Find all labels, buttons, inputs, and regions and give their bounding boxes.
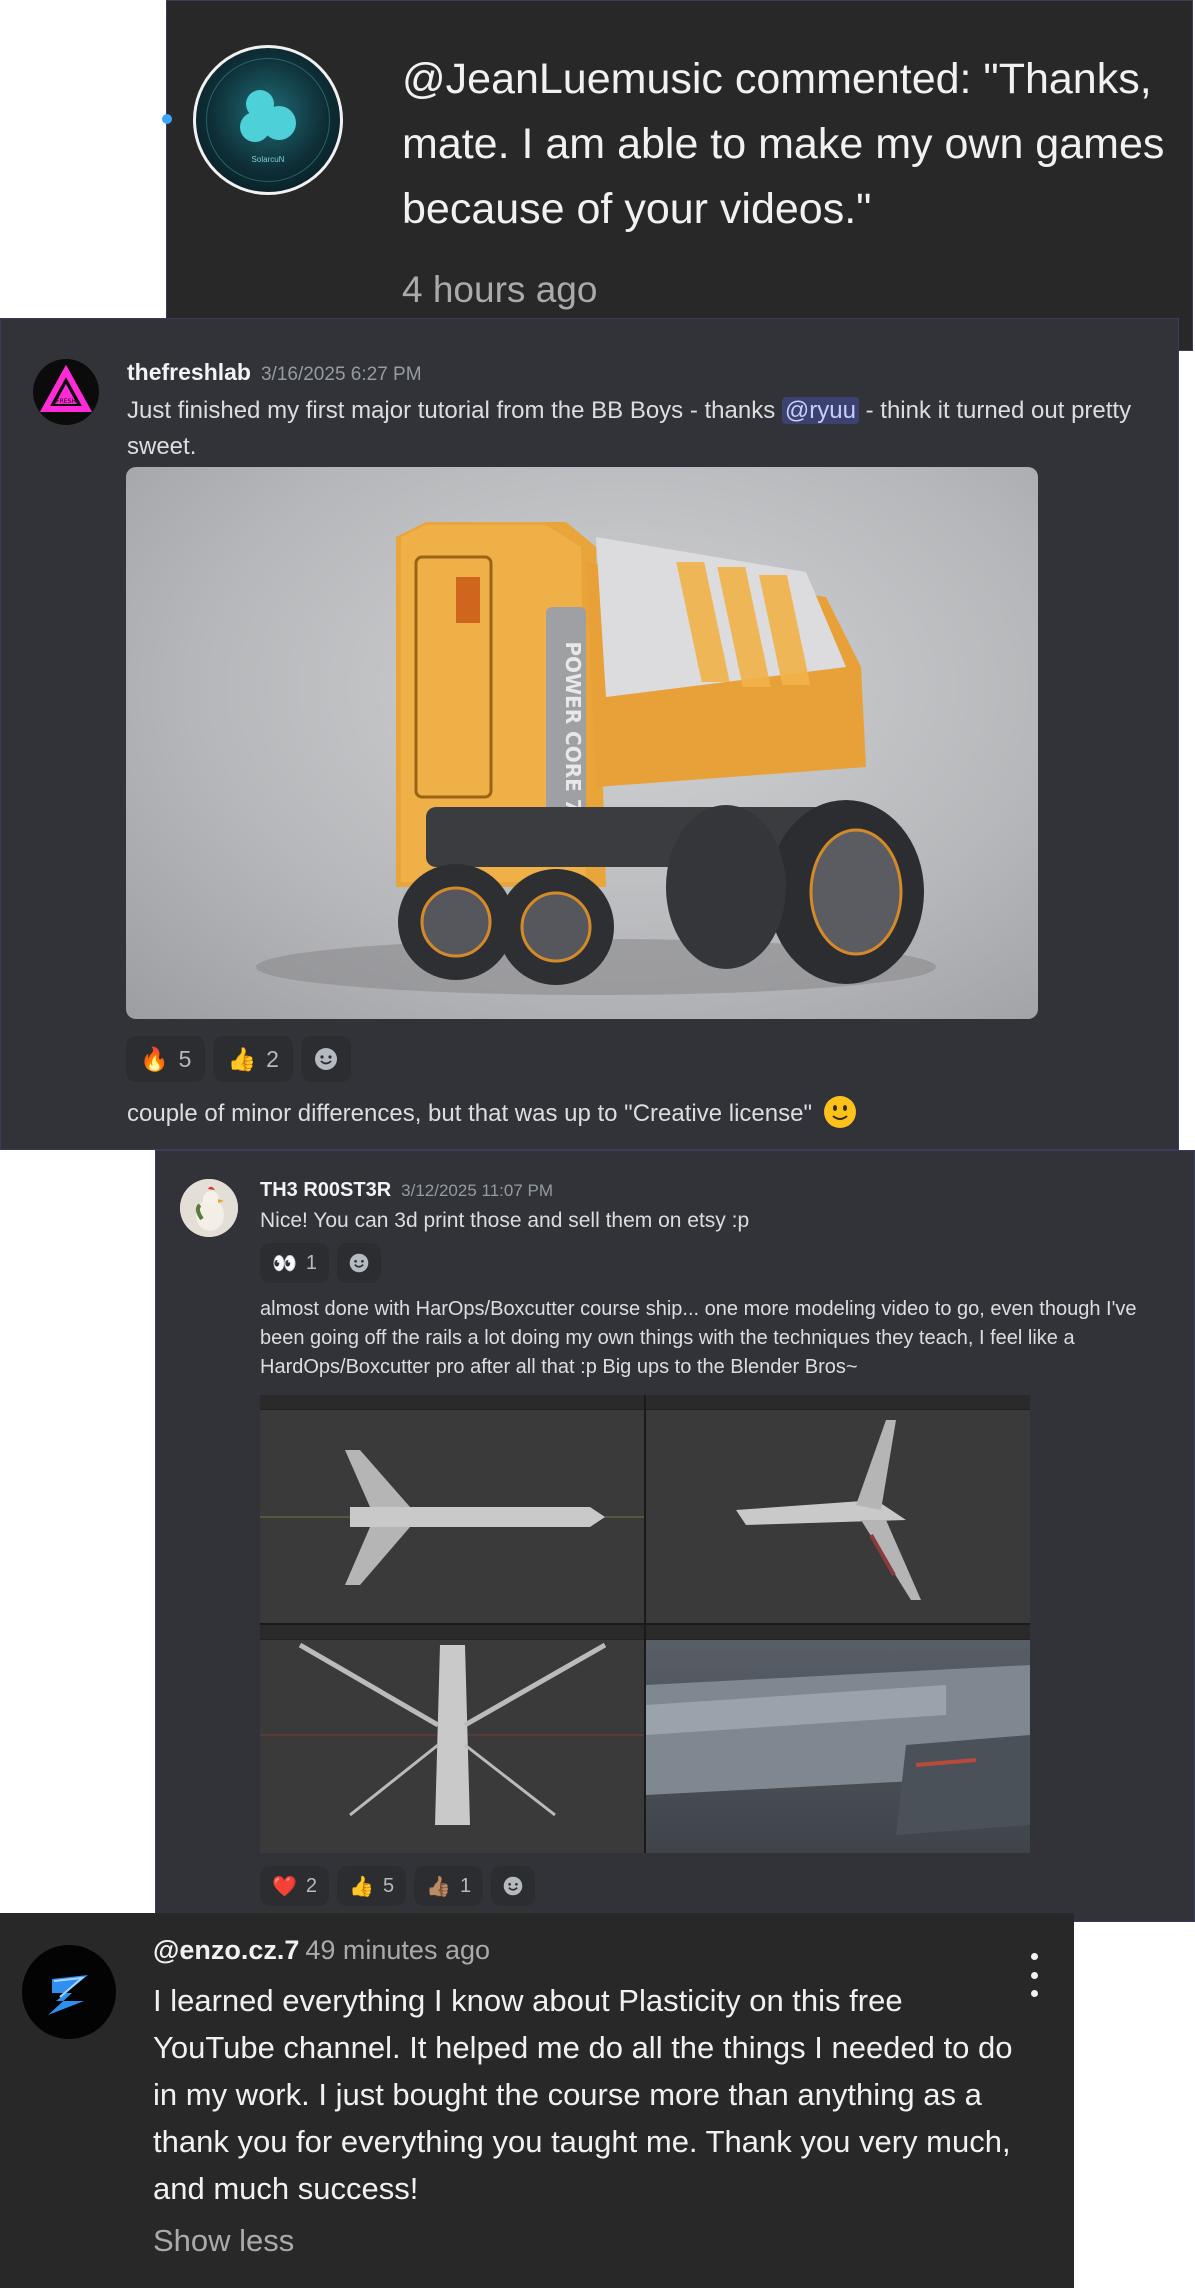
notification-time: 4 hours ago bbox=[402, 269, 598, 310]
username[interactable]: thefreshlab bbox=[127, 359, 251, 385]
attached-image-blender-viewports[interactable] bbox=[260, 1395, 1030, 1853]
show-less-button[interactable]: Show less bbox=[153, 2223, 294, 2259]
comment-body: I learned everything I know about Plasti… bbox=[153, 1983, 1013, 2206]
ship-front-view-icon bbox=[260, 1642, 644, 1825]
message-text-part: Just finished my first major tutorial fr… bbox=[127, 397, 782, 424]
reaction-count: 2 bbox=[305, 1874, 318, 1897]
reaction-thumbs-up-medium[interactable]: 👍🏽 1 bbox=[414, 1866, 484, 1906]
vehicle-decal-text: POWER CORE 7 bbox=[561, 641, 585, 812]
unread-dot bbox=[162, 114, 172, 124]
add-reaction-button[interactable] bbox=[491, 1866, 536, 1906]
comment-time: 49 minutes ago bbox=[305, 1935, 490, 1965]
reaction-heart[interactable]: ❤️ 2 bbox=[260, 1866, 330, 1906]
heart-emoji-icon: ❤️ bbox=[272, 1875, 297, 1898]
vehicle-render: POWER CORE 7 bbox=[256, 522, 936, 995]
youtube-comment: @enzo.cz.7 49 minutes ago I learned every… bbox=[0, 1913, 1074, 2288]
user-avatar[interactable]: FRESH bbox=[33, 359, 99, 425]
commenter-avatar[interactable]: SolarcuN bbox=[193, 45, 343, 195]
reaction-count: 1 bbox=[305, 1251, 318, 1274]
ship-side-view-icon bbox=[736, 1420, 921, 1600]
add-reaction-icon bbox=[314, 1048, 337, 1070]
thumbs-up-medium-emoji-icon: 👍🏽 bbox=[426, 1875, 451, 1898]
add-reaction-icon bbox=[349, 1253, 369, 1273]
user-avatar[interactable] bbox=[180, 1179, 238, 1237]
reactions-bar: 🔥 5 👍 2 bbox=[126, 1036, 351, 1082]
viewport-front bbox=[260, 1625, 644, 1853]
avatar-logo-icon: FRESH bbox=[39, 364, 93, 412]
timestamp: 3/12/2025 11:07 PM bbox=[401, 1181, 554, 1200]
followup-message: couple of minor differences, but that wa… bbox=[127, 1095, 857, 1129]
svg-text:FRESH: FRESH bbox=[56, 398, 76, 405]
attached-image-power-core[interactable]: POWER CORE 7 bbox=[126, 467, 1038, 1019]
add-reaction-icon bbox=[503, 1876, 523, 1896]
ship-closeup-icon bbox=[646, 1665, 1030, 1835]
eyes-emoji-icon: 👀 bbox=[272, 1252, 297, 1275]
reaction-count: 1 bbox=[459, 1874, 472, 1897]
thumbs-up-emoji-icon: 👍 bbox=[227, 1045, 257, 1072]
avatar-logo-part bbox=[240, 112, 270, 142]
avatar-caption: SolarcuN bbox=[251, 155, 285, 164]
add-reaction-button[interactable] bbox=[337, 1243, 382, 1283]
reaction-count: 5 bbox=[178, 1045, 192, 1072]
thumbs-up-emoji-icon: 👍 bbox=[349, 1875, 374, 1898]
rooster-avatar-icon bbox=[180, 1179, 238, 1237]
notification-message: @JeanLuemusic commented: "Thanks, mate. … bbox=[402, 55, 1165, 233]
ship-top-view-icon bbox=[260, 1450, 644, 1585]
followup-text: couple of minor differences, but that wa… bbox=[127, 1100, 812, 1127]
reaction-count: 2 bbox=[266, 1045, 279, 1072]
reaction-count: 5 bbox=[382, 1874, 395, 1897]
reaction-fire[interactable]: 🔥 5 bbox=[126, 1036, 206, 1082]
message-header: thefreshlab 3/16/2025 6:27 PM bbox=[127, 359, 422, 386]
viewport-top bbox=[260, 1395, 644, 1623]
message-text-long: almost done with HarOps/Boxcutter course… bbox=[260, 1298, 1137, 1378]
comment-header: @enzo.cz.7 49 minutes ago bbox=[153, 1935, 490, 1966]
reaction-eyes[interactable]: 👀 1 bbox=[260, 1243, 330, 1283]
message-text: Nice! You can 3d print those and sell th… bbox=[260, 1209, 750, 1232]
reaction-thumbs-up[interactable]: 👍 2 bbox=[213, 1036, 293, 1082]
commenter-avatar[interactable] bbox=[22, 1945, 116, 2039]
username[interactable]: TH3 R00ST3R bbox=[260, 1179, 391, 1201]
user-mention[interactable]: @ryuu bbox=[781, 397, 859, 424]
comment-handle[interactable]: @enzo.cz.7 bbox=[153, 1935, 299, 1965]
viewport-side bbox=[646, 1395, 1030, 1623]
reactions-bar: 👀 1 bbox=[260, 1243, 382, 1283]
add-reaction-button[interactable] bbox=[300, 1036, 351, 1082]
viewport-perspective bbox=[646, 1625, 1030, 1853]
lightning-logo-icon bbox=[48, 1975, 88, 2015]
discord-message-rooster: TH3 R00ST3R 3/12/2025 11:07 PM Nice! You … bbox=[155, 1150, 1195, 1922]
comment-notification[interactable]: SolarcuN @JeanLuemusic commented: "Thank… bbox=[162, 0, 1193, 351]
reactions-bar: ❤️ 2 👍 5 👍🏽 1 bbox=[260, 1866, 536, 1906]
discord-message-thefreshlab: FRESH thefreshlab 3/16/2025 6:27 PM Just … bbox=[0, 318, 1179, 1150]
message-header: TH3 R00ST3R 3/12/2025 11:07 PM bbox=[260, 1179, 553, 1202]
timestamp: 3/16/2025 6:27 PM bbox=[260, 364, 422, 385]
more-options-icon[interactable] bbox=[1026, 1953, 1042, 1997]
reaction-thumbs-up[interactable]: 👍 5 bbox=[337, 1866, 407, 1906]
slight-smile-emoji-icon bbox=[823, 1096, 856, 1128]
fire-emoji-icon: 🔥 bbox=[140, 1045, 169, 1072]
message-text: Just finished my first major tutorial fr… bbox=[127, 393, 1167, 465]
